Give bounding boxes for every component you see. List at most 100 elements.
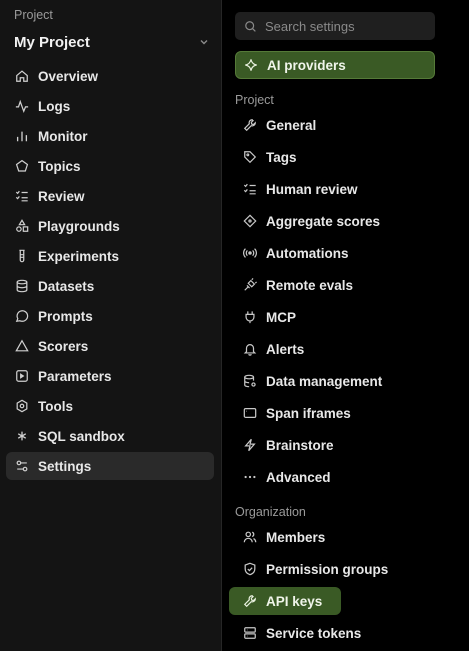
users-icon [243,531,257,543]
settings-item-label: Permission groups [266,561,389,577]
settings-item-mcp[interactable]: MCP [235,303,435,331]
project-sidebar: Project My Project Overview Logs Monitor… [0,0,222,651]
settings-item-permission-groups[interactable]: Permission groups [235,555,435,583]
sidebar-item-sql-sandbox[interactable]: SQL sandbox [6,422,214,450]
section-project: Project [235,93,274,107]
settings-item-label: Automations [266,245,349,261]
settings-sliders-icon [16,460,28,472]
sidebar-item-tools[interactable]: Tools [6,392,214,420]
tag-icon [244,151,257,164]
sidebar-item-label: Scorers [38,338,89,354]
project-name: My Project [14,33,90,51]
section-organization: Organization [235,505,306,519]
bell-icon [243,344,257,356]
sidebar-item-label: Settings [38,458,92,474]
settings-search[interactable] [235,12,435,40]
settings-item-api-keys[interactable]: API keys [229,587,341,615]
sidebar-item-label: Overview [38,68,99,84]
sidebar-item-label: Tools [38,398,73,414]
settings-item-remote-evals[interactable]: Remote evals [235,271,435,299]
broadcast-icon [243,248,257,258]
settings-item-label: AI providers [267,57,346,73]
shield-icon [244,562,256,576]
square-dot-icon [16,370,28,382]
settings-panel: AI providers Project General Tags Human … [223,0,469,651]
sidebar-item-overview[interactable]: Overview [6,62,214,90]
diamond-icon [243,214,257,228]
wrench-icon [243,119,256,132]
sidebar-item-label: SQL sandbox [38,428,125,444]
pentagon-icon [15,159,29,172]
settings-item-ai-providers[interactable]: AI providers [235,51,435,79]
shapes-icon [16,219,29,232]
settings-item-label: Remote evals [266,277,354,293]
search-icon [245,20,256,32]
beaker-icon [19,249,25,263]
activity-icon [15,99,29,113]
sparkle-icon [245,59,257,71]
window-icon [243,408,257,418]
sidebar-item-prompts[interactable]: Prompts [6,302,214,330]
settings-item-label: Data management [266,373,383,389]
settings-item-tags[interactable]: Tags [235,143,435,171]
sidebar-item-label: Review [38,188,85,204]
sidebar-item-scorers[interactable]: Scorers [6,332,214,360]
sidebar-item-label: Monitor [38,128,88,144]
server-icon [244,627,256,639]
settings-item-label: Brainstore [266,437,334,453]
list-check-icon [15,190,28,202]
settings-item-span-iframes[interactable]: Span iframes [235,399,435,427]
search-input[interactable] [265,18,425,34]
settings-item-label: MCP [266,309,296,325]
home-icon [16,70,28,82]
sidebar-item-label: Experiments [38,248,120,264]
sidebar-item-label: Datasets [38,278,95,294]
asterisk-icon [17,431,27,441]
sidebar-item-logs[interactable]: Logs [6,92,214,120]
sidebar-item-review[interactable]: Review [6,182,214,210]
chevron-down-icon [200,40,208,45]
settings-item-label: Aggregate scores [266,213,381,229]
settings-item-brainstore[interactable]: Brainstore [235,431,435,459]
sidebar-item-experiments[interactable]: Experiments [6,242,214,270]
settings-item-label: General [266,117,317,133]
settings-item-data-management[interactable]: Data management [235,367,435,395]
settings-item-label: Human review [266,181,358,197]
sidebar-item-label: Parameters [38,368,112,384]
sidebar-item-parameters[interactable]: Parameters [6,362,214,390]
settings-item-service-tokens[interactable]: Service tokens [235,619,435,647]
sidebar-item-playgrounds[interactable]: Playgrounds [6,212,214,240]
settings-item-human-review[interactable]: Human review [235,175,435,203]
database-gear-icon [244,374,256,388]
sidebar-item-label: Playgrounds [38,218,120,234]
sidebar-item-label: Logs [38,98,71,114]
database-icon [16,279,28,293]
settings-item-label: Members [266,529,326,545]
settings-item-label: Service tokens [266,625,362,641]
sidebar-item-label: Topics [38,158,81,174]
settings-item-general[interactable]: General [235,111,435,139]
sidebar-item-datasets[interactable]: Datasets [6,272,214,300]
bolt-icon [244,438,256,452]
settings-item-label: API keys [266,593,323,609]
settings-item-advanced[interactable]: Advanced [235,463,435,491]
sidebar-item-topics[interactable]: Topics [6,152,214,180]
ellipsis-icon [244,475,256,479]
hexagon-icon [16,399,28,413]
settings-item-label: Alerts [266,341,305,357]
project-switcher[interactable]: My Project [14,31,210,53]
sidebar-nav: Overview Logs Monitor Topics Review Play… [6,62,214,482]
message-icon [15,310,29,323]
sidebar-item-monitor[interactable]: Monitor [6,122,214,150]
settings-item-alerts[interactable]: Alerts [235,335,435,363]
list-check-icon [243,183,256,195]
sidebar-item-settings[interactable]: Settings [6,452,214,480]
key-icon [243,595,256,608]
settings-item-aggregate-scores[interactable]: Aggregate scores [235,207,435,235]
settings-item-automations[interactable]: Automations [235,239,435,267]
settings-item-label: Tags [266,149,297,165]
settings-item-label: Span iframes [266,405,351,421]
settings-item-label: Advanced [266,469,331,485]
settings-item-members[interactable]: Members [235,523,435,551]
bar-chart-icon [16,131,28,142]
